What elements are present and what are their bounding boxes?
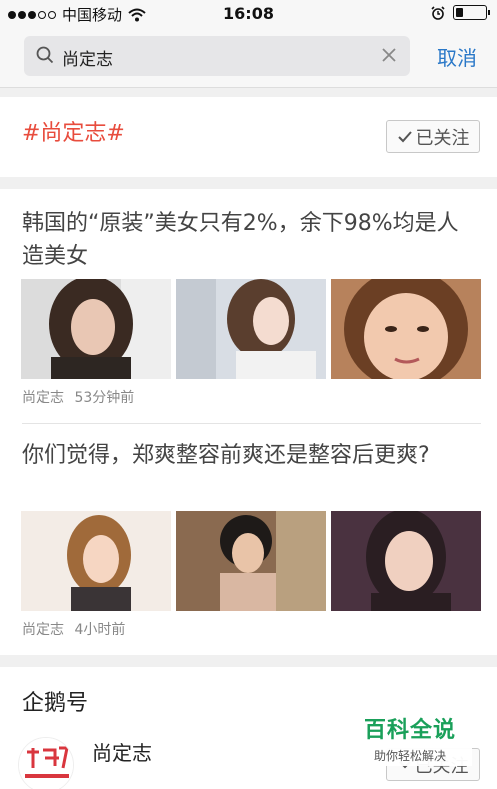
article-title[interactable]: 韩国的“原装”美女只有2%，余下98%均是人造美女	[22, 207, 480, 273]
article-title[interactable]: 你们觉得，郑爽整容前爽还是整容后更爽?	[22, 439, 480, 472]
watermark-subtitle: 助你轻松解决	[373, 749, 446, 763]
watermark-logo: 百科全说 助你轻松解决	[348, 704, 472, 766]
topic-follow-label: 已关注	[415, 127, 470, 149]
article-list: 韩国的“原装”美女只有2%，余下98%均是人造美女 尚定志 53分钟前 你们觉得…	[0, 189, 497, 655]
article-thumbnail[interactable]	[331, 511, 481, 611]
article-meta: 尚定志 4小时前	[22, 619, 125, 639]
article-thumbnails[interactable]	[21, 279, 481, 379]
section-title: 企鹅号	[22, 691, 89, 716]
search-bar: 尚定志 取消	[0, 28, 497, 88]
search-input[interactable]: 尚定志	[24, 36, 410, 76]
article-item[interactable]: 你们觉得，郑爽整容前爽还是整容后更爽? 尚定志 4小时前	[21, 439, 481, 639]
status-time: 16:08	[223, 4, 274, 23]
article-time: 4小时前	[74, 622, 126, 638]
article-meta: 尚定志 53分钟前	[22, 387, 134, 407]
article-thumbnail[interactable]	[21, 279, 171, 379]
cancel-button[interactable]: 取消	[437, 42, 477, 71]
battery-level	[456, 8, 463, 17]
article-author: 尚定志	[22, 622, 64, 638]
search-query: 尚定志	[62, 50, 113, 70]
battery-icon	[453, 5, 490, 20]
article-thumbnail[interactable]	[176, 279, 326, 379]
article-thumbnail[interactable]	[21, 511, 171, 611]
avatar[interactable]	[18, 737, 74, 789]
search-icon	[36, 46, 54, 64]
article-author: 尚定志	[22, 390, 64, 406]
account-name[interactable]: 尚定志	[92, 737, 152, 766]
alarm-icon	[431, 5, 445, 20]
divider	[22, 423, 481, 424]
article-thumbnails[interactable]	[21, 511, 481, 611]
topic-tag[interactable]: #尚定志#	[22, 115, 125, 147]
watermark-title: 百科全说	[363, 718, 456, 743]
article-time: 53分钟前	[74, 390, 135, 406]
article-item[interactable]: 韩国的“原装”美女只有2%，余下98%均是人造美女 尚定志 53分钟前	[21, 207, 481, 417]
check-icon	[397, 130, 412, 142]
status-bar: 中国移动 16:08	[0, 0, 497, 28]
article-thumbnail[interactable]	[176, 511, 326, 611]
clear-icon[interactable]	[380, 46, 398, 64]
topic-follow-button[interactable]: 已关注	[386, 120, 480, 153]
status-right	[431, 5, 490, 20]
article-thumbnail[interactable]	[331, 279, 481, 379]
